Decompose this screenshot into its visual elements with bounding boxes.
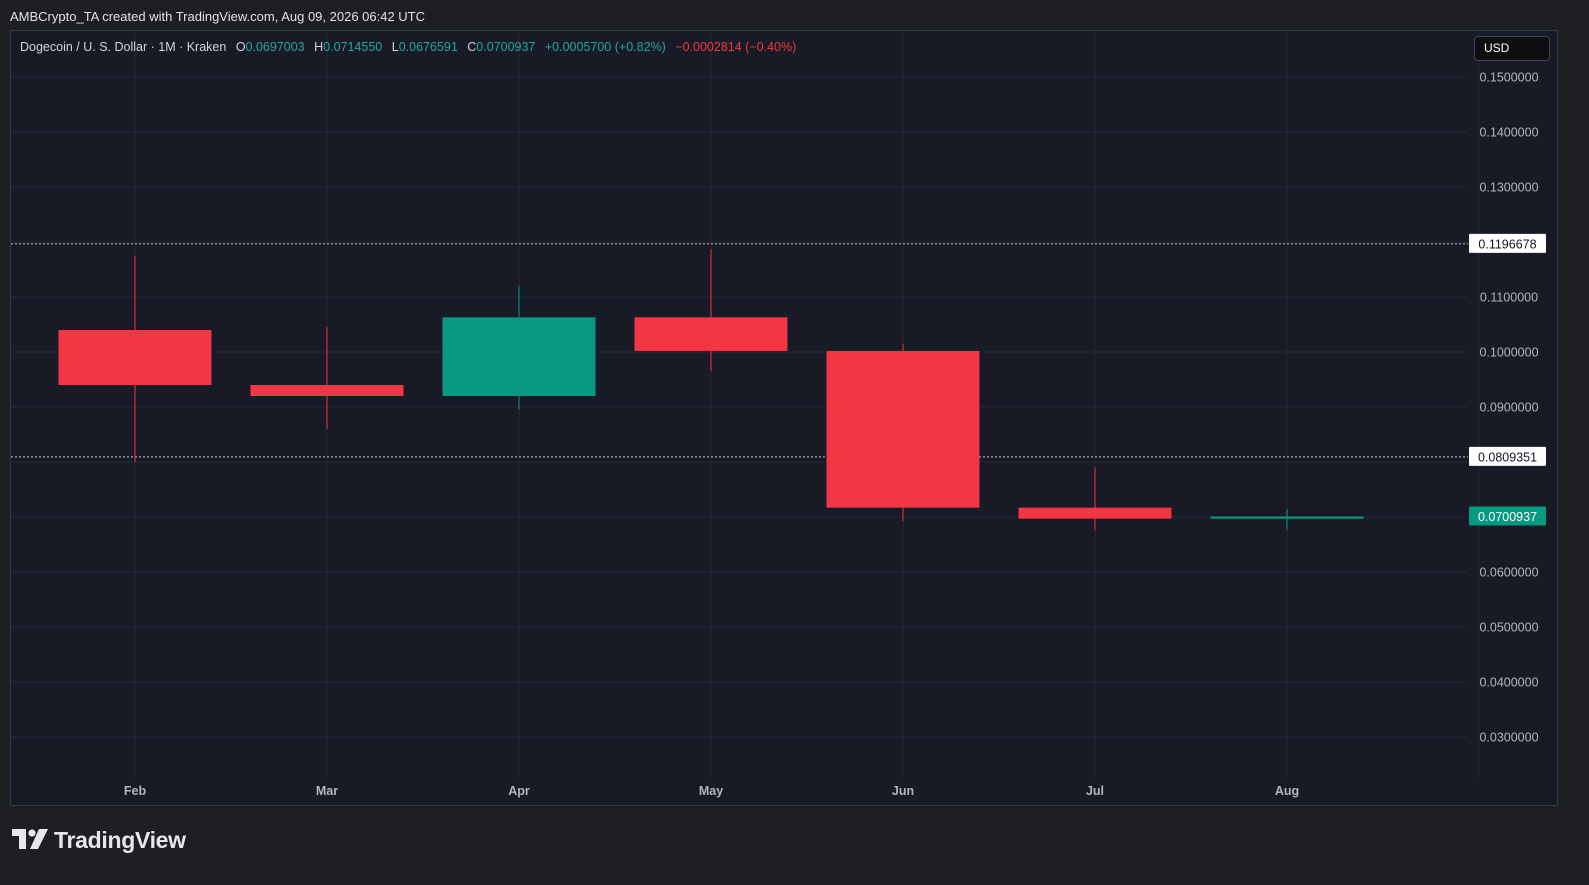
price-axis-tick-label: 0.1500000: [1479, 71, 1538, 85]
time-axis-tick-label: Mar: [316, 784, 338, 798]
time-axis-tick-label: Jul: [1086, 784, 1104, 798]
time-axis-tick-label: Jun: [892, 784, 914, 798]
price-line-label: 0.0809351: [1478, 450, 1537, 464]
tradingview-logo: TradingView: [12, 825, 186, 855]
price-axis-tick-label: 0.1400000: [1479, 126, 1538, 140]
high-value: 0.0714550: [323, 40, 383, 54]
price-axis-tick-label: 0.0400000: [1479, 676, 1538, 690]
change-value: +0.0005700 (+0.82%): [544, 40, 666, 54]
currency-button[interactable]: USD: [1474, 36, 1550, 61]
close-value: 0.0700937: [476, 40, 536, 54]
open-label: O: [235, 40, 246, 54]
low-label: L: [391, 40, 399, 54]
close-label: C: [467, 40, 477, 54]
last-price-label: 0.0700937: [1478, 510, 1537, 524]
open-value: 0.0697003: [245, 40, 305, 54]
symbol-title[interactable]: Dogecoin / U. S. Dollar · 1M · Kraken: [20, 40, 226, 54]
ohlc-legend: Dogecoin / U. S. Dollar · 1M · Kraken O0…: [20, 39, 802, 55]
candle-body[interactable]: [1210, 516, 1364, 519]
secondary-change-value: −0.0002814 (−0.40%): [675, 40, 797, 54]
candlestick-chart[interactable]: 0.1500000 0.1400000 0.1300000 0.1100000 0.10…: [0, 0, 1589, 885]
tradingview-logo-icon: [12, 829, 48, 849]
price-axis-tick-label: 0.0900000: [1479, 401, 1538, 415]
price-axis-tick-label: 0.1300000: [1479, 181, 1538, 195]
candle-body[interactable]: [442, 317, 596, 396]
candle-body[interactable]: [826, 350, 980, 508]
candle-body[interactable]: [58, 330, 212, 385]
price-axis-tick-label: 0.0500000: [1479, 621, 1538, 635]
candle-body[interactable]: [1018, 507, 1172, 519]
price-axis-tick-label: 0.0600000: [1479, 566, 1538, 580]
price-line-label: 0.1196678: [1478, 237, 1536, 251]
time-axis-tick-label: Apr: [508, 784, 530, 798]
time-axis-tick-label: Aug: [1275, 784, 1299, 798]
price-axis-tick-label: 0.1000000: [1479, 346, 1538, 360]
candle-body[interactable]: [634, 317, 788, 351]
price-axis-tick-label: 0.1100000: [1480, 291, 1538, 305]
price-axis-tick-label: 0.0300000: [1479, 731, 1538, 745]
high-label: H: [314, 40, 324, 54]
time-axis-tick-label: Feb: [124, 784, 147, 798]
logo-text: TradingView: [54, 826, 186, 853]
time-axis-tick-label: May: [699, 784, 723, 798]
low-value: 0.0676591: [398, 40, 458, 54]
candle-body[interactable]: [250, 385, 404, 396]
